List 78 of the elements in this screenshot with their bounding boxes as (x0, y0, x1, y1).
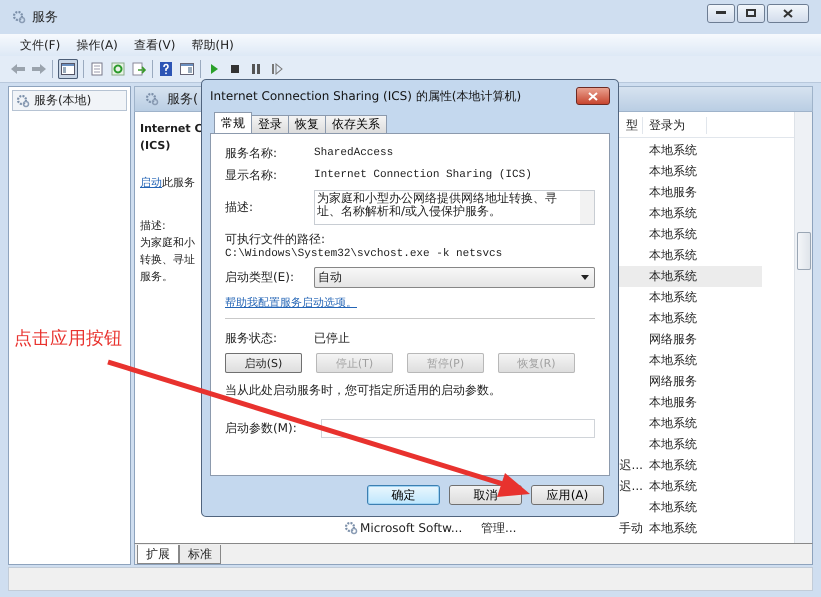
window-title: 服务 (32, 9, 58, 26)
description-text: 为家庭和小 (140, 234, 195, 251)
description-text: 转换、寻址 (140, 252, 195, 268)
field-value: SharedAccess (314, 147, 394, 159)
start-link[interactable]: 启动 (140, 176, 162, 189)
minimize-icon (716, 11, 726, 15)
dialog-title: Internet Connection Sharing (ICS) 的属性(本地计算机) (210, 88, 522, 104)
table-cell-text: 迟... (618, 456, 643, 474)
help-icon[interactable] (158, 61, 174, 77)
field-label: 可执行文件的路径: (225, 231, 326, 248)
dialog-tab[interactable]: 登录 (251, 115, 289, 134)
gear-icon (16, 94, 30, 108)
close-button[interactable] (576, 87, 610, 105)
table-cell-text: 本地系统 (648, 436, 698, 453)
description-field[interactable]: 为家庭和小型办公网络提供网络地址转换、寻址、名称解析和/或入侵保护服务。 (314, 190, 595, 225)
table-cell-text: 本地系统 (648, 498, 698, 516)
annotation-text: 点击应用按钮 (14, 327, 122, 350)
table-cell-text: 手动 (618, 520, 643, 537)
view-tab[interactable]: 标准 (179, 545, 221, 564)
table-cell-text: 本地系统 (648, 414, 698, 432)
service-name-cell: Microsoft Softw... (340, 521, 475, 536)
dropdown-arrow-icon (581, 274, 589, 280)
close-button[interactable] (767, 4, 809, 22)
field-label: 服务名称: (225, 144, 278, 162)
vertical-scrollbar[interactable] (794, 112, 812, 544)
start-service-text: 启动此服务 (140, 174, 195, 191)
resume-icon[interactable] (269, 61, 285, 77)
column-header[interactable]: 登录为 (643, 117, 707, 134)
export-list-icon[interactable] (131, 61, 147, 77)
gear-icon (145, 92, 159, 106)
maximize-button[interactable] (737, 4, 765, 22)
table-row[interactable]: Microsoft Softw... 管理... 手动 本地系统 (340, 518, 794, 539)
hint-text: 当从此处启动服务时，您可指定所适用的启动参数。 (225, 382, 502, 399)
maximize-icon (746, 9, 756, 17)
dialog-button[interactable]: 确定 (367, 485, 440, 505)
table-cell-text: 管理... (480, 520, 518, 537)
table-cell-text: 本地系统 (648, 310, 698, 327)
field-label: 显示名称: (225, 166, 278, 184)
dialog-tab[interactable]: 常规 (214, 112, 252, 134)
table-cell-text: 本地系统 (648, 226, 698, 243)
service-title: (ICS) (140, 138, 170, 154)
pane-title: 服务( (167, 90, 198, 108)
menu-item[interactable]: 查看(V) (126, 36, 184, 54)
dialog-button[interactable]: 应用(A) (531, 485, 604, 505)
field-label: 启动参数(M): (225, 420, 297, 437)
table-cell-text: 迟... (618, 478, 643, 495)
description-text: 服务。 (140, 268, 173, 285)
console-tree-toggle[interactable] (58, 59, 78, 79)
table-cell-text: 本地系统 (648, 520, 698, 537)
field-label: 启动类型(E): (225, 268, 295, 286)
field-label: 描述: (225, 199, 254, 216)
table-cell-text: 本地系统 (648, 456, 698, 474)
dialog-tab[interactable]: 恢复 (288, 115, 326, 134)
gear-icon (344, 521, 358, 536)
menu-item[interactable]: 帮助(H) (183, 36, 242, 54)
view-tab[interactable]: 扩展 (137, 545, 179, 564)
services-icon (12, 10, 26, 24)
close-icon (783, 8, 793, 18)
table-cell-text: 本地系统 (648, 478, 698, 495)
field-label: 服务状态: (225, 330, 278, 346)
table-cell-text: 本地系统 (648, 268, 698, 285)
startup-type-dropdown[interactable]: 自动 (314, 266, 595, 288)
service-control-button[interactable]: 启动(S) (225, 353, 302, 373)
menu-item[interactable]: 操作(A) (68, 36, 126, 54)
tree-item[interactable]: 服务(本地) (12, 90, 127, 111)
close-icon (588, 92, 598, 100)
refresh-icon[interactable] (110, 61, 126, 77)
menu-item[interactable]: 文件(F) (12, 36, 68, 54)
field-value: Internet Connection Sharing (ICS) (314, 169, 533, 181)
description-label: 描述: (140, 218, 166, 234)
status-value: 已停止 (314, 330, 351, 346)
path-value: C:\Windows\System32\svchost.exe -k netsvcs (225, 248, 504, 260)
dialog-tab[interactable]: 依存关系 (325, 115, 387, 134)
document-list-icon[interactable] (89, 61, 105, 77)
properties-pane-icon[interactable] (179, 61, 195, 77)
minimize-button[interactable] (707, 4, 735, 22)
start-parameters-field[interactable] (320, 419, 595, 438)
help-link[interactable]: 帮助我配置服务启动选项。 (225, 295, 357, 310)
